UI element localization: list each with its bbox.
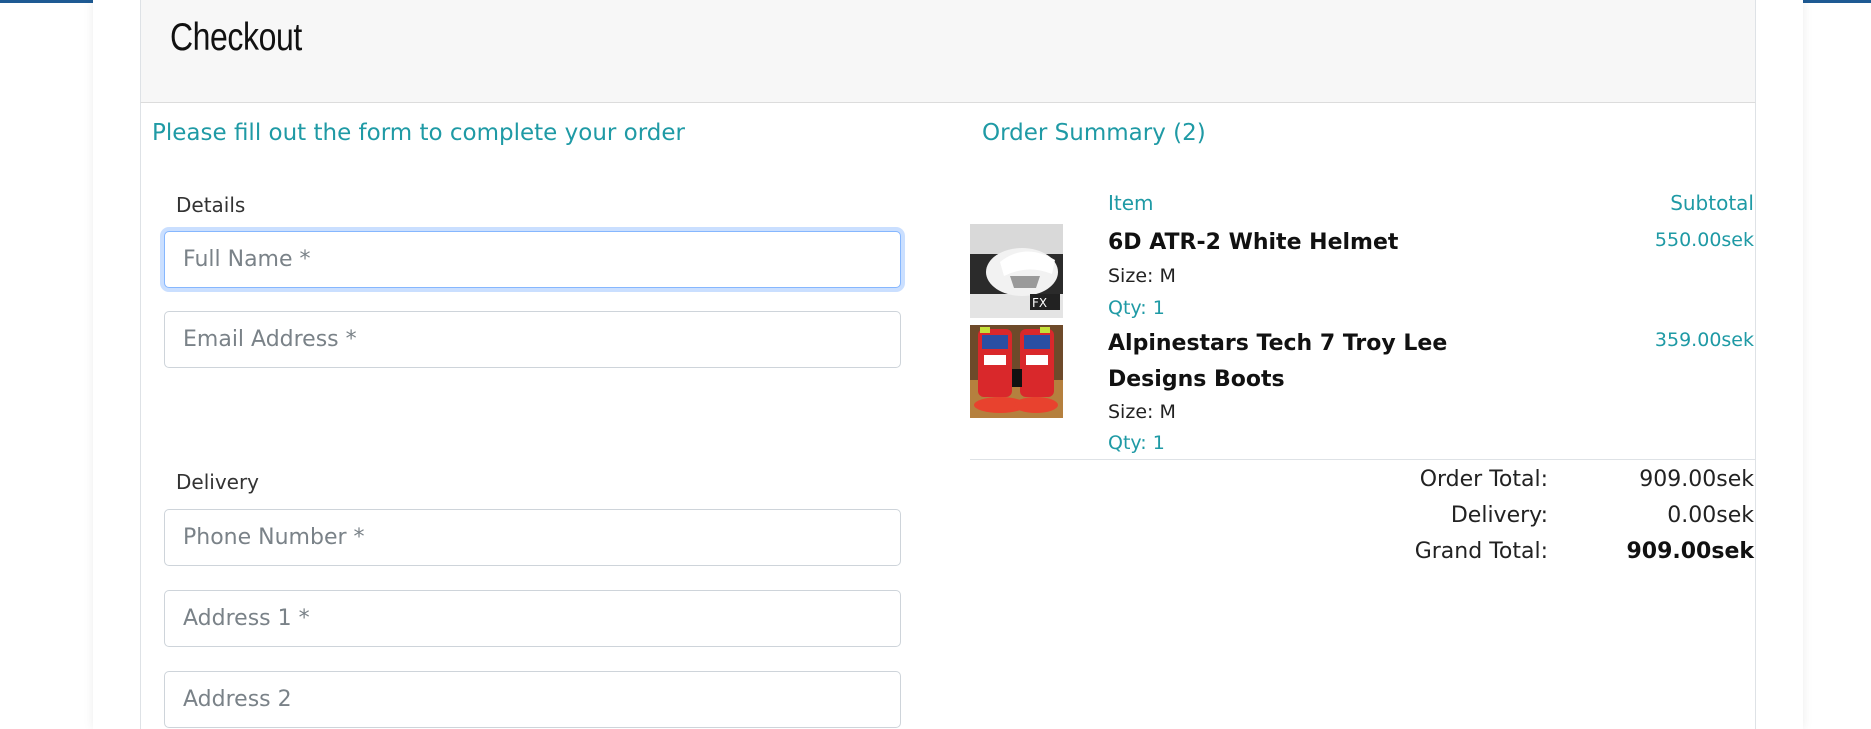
page-title: Checkout: [170, 16, 302, 59]
grand-total-value: 909.00sek: [1626, 539, 1754, 564]
item-name: 6D ATR-2 White Helmet: [1108, 230, 1399, 255]
delivery-label: Delivery: [176, 470, 260, 494]
form-heading: Please fill out the form to complete you…: [152, 120, 685, 146]
svg-text:FX: FX: [1032, 296, 1047, 310]
delivery-total-value: 0.00sek: [1667, 503, 1754, 528]
phone-input[interactable]: [164, 509, 901, 566]
item-subtotal: 359.00sek: [1654, 329, 1754, 351]
address1-input[interactable]: [164, 590, 901, 647]
item-size: Size: M: [1108, 265, 1176, 287]
boots-image[interactable]: [970, 325, 1063, 418]
summary-divider: [970, 459, 1755, 460]
title-band: [140, 0, 1756, 103]
item-subtotal: 550.00sek: [1654, 229, 1754, 251]
order-summary-heading: Order Summary (2): [982, 120, 1206, 146]
helmet-image[interactable]: FX: [970, 224, 1063, 318]
column-subtotal-header: Subtotal: [1670, 191, 1754, 215]
grand-total-label: Grand Total:: [1414, 539, 1548, 564]
item-qty: Qty: 1: [1108, 432, 1165, 454]
order-total-value: 909.00sek: [1639, 467, 1754, 492]
order-total-label: Order Total:: [1419, 467, 1548, 492]
address2-input[interactable]: [164, 671, 901, 728]
item-name: Alpinestars Tech 7 Troy Lee Designs Boot…: [1108, 331, 1448, 392]
delivery-total-label: Delivery:: [1450, 503, 1548, 528]
details-label: Details: [176, 193, 246, 217]
email-input[interactable]: [164, 311, 901, 368]
item-qty: Qty: 1: [1108, 297, 1165, 319]
item-size: Size: M: [1108, 401, 1176, 423]
full-name-input[interactable]: [164, 231, 901, 288]
column-item-header: Item: [1108, 191, 1154, 215]
